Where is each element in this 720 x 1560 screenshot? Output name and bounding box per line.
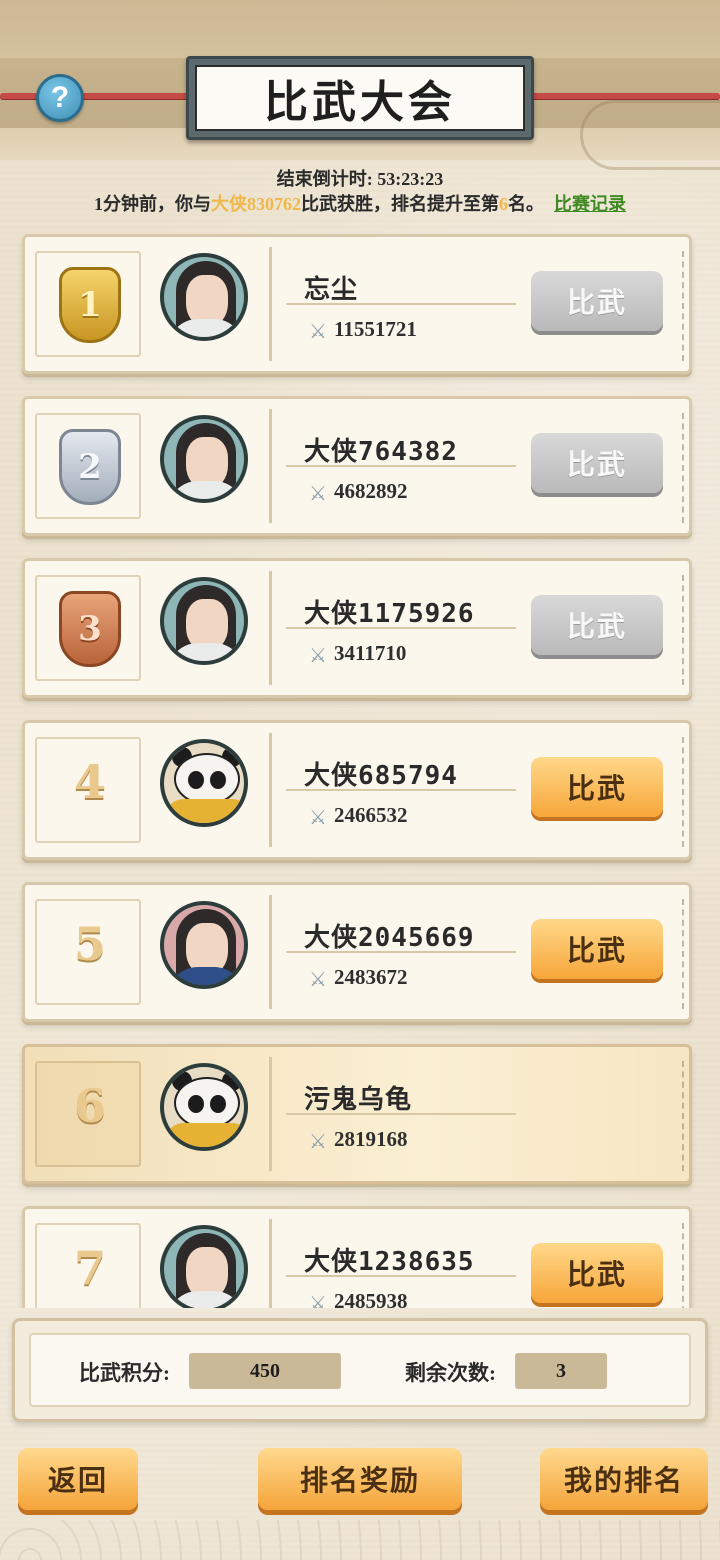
score-panel: 比武积分: 450 剩余次数: 3 — [12, 1318, 708, 1422]
card-edge — [682, 737, 692, 847]
combat-power: 3411710 — [334, 641, 407, 665]
wave-decoration — [0, 1520, 720, 1560]
combat-power: 2466532 — [334, 803, 408, 827]
rank-badge-box: 5 — [35, 899, 141, 1005]
cloud-decoration — [580, 100, 720, 170]
swordsman-crown-avatar[interactable] — [160, 253, 248, 341]
countdown: 结束倒计时: 53:23:23 — [0, 165, 720, 191]
crossed-swords-icon: ⚔ — [309, 1129, 327, 1153]
crossed-swords-icon: ⚔ — [309, 967, 327, 991]
battle-notice: 1分钟前，你与大侠830762比武获胜，排名提升至第6名。 比赛记录 — [0, 190, 720, 216]
remaining-value: 3 — [515, 1353, 607, 1389]
help-icon[interactable]: ? — [36, 74, 84, 122]
combat-power: 2485938 — [334, 1289, 408, 1308]
crossed-swords-icon: ⚔ — [309, 643, 327, 667]
ranking-rewards-button[interactable]: 排名奖励 — [258, 1448, 462, 1510]
rank-badge-box: 1 — [35, 251, 141, 357]
combat-power: 11551721 — [334, 317, 417, 341]
card-edge — [682, 1223, 692, 1308]
rank-badge-box: 6 — [35, 1061, 141, 1167]
my-ranking-button[interactable]: 我的排名 — [540, 1448, 708, 1510]
points-label: 比武积分: — [79, 1361, 170, 1385]
player-name: 忘尘 — [304, 275, 359, 305]
rank-card: 7 大侠1238635 ⚔ 2485938 比武 — [22, 1206, 692, 1308]
combat-power: 2483672 — [334, 965, 408, 989]
card-edge — [682, 1061, 692, 1171]
rank-card: 6 污鬼乌龟 ⚔ 2819168 — [22, 1044, 692, 1184]
challenge-button[interactable]: 比武 — [531, 595, 663, 655]
silver-medal-icon: 2 — [59, 429, 121, 505]
rank-card: 1 忘尘 ⚔ 11551721 比武 — [22, 234, 692, 374]
ranking-list[interactable]: 1 忘尘 ⚔ 11551721 比武 2 大侠764382 ⚔ 4682892 比武 3 大侠1175… — [0, 230, 720, 1308]
swordsman-crown-avatar[interactable] — [160, 1225, 248, 1308]
title-board: 比武大会 — [186, 56, 534, 140]
rank-badge-box: 7 — [35, 1223, 141, 1308]
card-edge — [682, 251, 692, 361]
player-name: 大侠764382 — [304, 437, 458, 467]
notice-rank: 6 — [499, 194, 508, 214]
rank-card: 4 大侠685794 ⚔ 2466532 比武 — [22, 720, 692, 860]
page-title: 比武大会 — [195, 65, 525, 131]
card-edge — [682, 413, 692, 523]
match-record-link[interactable]: 比赛记录 — [554, 194, 626, 214]
gold-medal-icon: 1 — [59, 267, 121, 343]
card-edge — [682, 899, 692, 1009]
back-button[interactable]: 返回 — [18, 1448, 138, 1510]
player-name: 大侠2045669 — [304, 923, 475, 953]
countdown-value: 53:23:23 — [377, 169, 444, 189]
notice-opponent: 大侠830762 — [211, 194, 301, 214]
combat-power: 4682892 — [334, 479, 408, 503]
swordsman-white-avatar[interactable] — [160, 577, 248, 665]
challenge-button[interactable]: 比武 — [531, 271, 663, 331]
challenge-button[interactable]: 比武 — [531, 1243, 663, 1303]
crossed-swords-icon: ⚔ — [309, 805, 327, 829]
points-value: 450 — [189, 1353, 341, 1389]
score-inner: 比武积分: 450 剩余次数: 3 — [29, 1333, 691, 1407]
rank-card: 5 大侠2045669 ⚔ 2483672 比武 — [22, 882, 692, 1022]
swordsman-white-avatar[interactable] — [160, 415, 248, 503]
player-name: 污鬼乌龟 — [304, 1085, 413, 1115]
rank-badge-box: 4 — [35, 737, 141, 843]
remaining-label: 剩余次数: — [405, 1361, 496, 1385]
card-edge — [682, 575, 692, 685]
notice-suffix: 名。 — [508, 194, 544, 214]
red-rope-right — [520, 93, 720, 99]
challenge-button[interactable]: 比武 — [531, 433, 663, 493]
red-rope-left — [0, 93, 200, 99]
crossed-swords-icon: ⚔ — [309, 319, 327, 343]
crossed-swords-icon: ⚔ — [309, 481, 327, 505]
notice-prefix: 1分钟前，你与 — [94, 194, 211, 214]
bronze-medal-icon: 3 — [59, 591, 121, 667]
rank-number: 7 — [73, 1241, 106, 1295]
countdown-label: 结束倒计时: — [276, 169, 373, 189]
player-name: 大侠685794 — [304, 761, 458, 791]
rank-badge-box: 3 — [35, 575, 141, 681]
rank-card: 3 大侠1175926 ⚔ 3411710 比武 — [22, 558, 692, 698]
challenge-button[interactable]: 比武 — [531, 919, 663, 979]
player-name: 大侠1175926 — [304, 599, 475, 629]
player-info: 污鬼乌龟 ⚔ 2819168 — [269, 1057, 679, 1171]
challenge-button[interactable]: 比武 — [531, 757, 663, 817]
female-avatar[interactable] — [160, 901, 248, 989]
combat-power: 2819168 — [334, 1127, 408, 1151]
panda-avatar[interactable] — [160, 1063, 248, 1151]
rank-badge-box: 2 — [35, 413, 141, 519]
rank-number: 4 — [73, 755, 106, 809]
rank-number: 5 — [73, 917, 106, 971]
panda-avatar[interactable] — [160, 739, 248, 827]
rank-number: 6 — [73, 1079, 106, 1133]
player-name: 大侠1238635 — [304, 1247, 475, 1277]
notice-middle: 比武获胜，排名提升至第 — [301, 194, 499, 214]
rank-card: 2 大侠764382 ⚔ 4682892 比武 — [22, 396, 692, 536]
crossed-swords-icon: ⚔ — [309, 1291, 327, 1308]
